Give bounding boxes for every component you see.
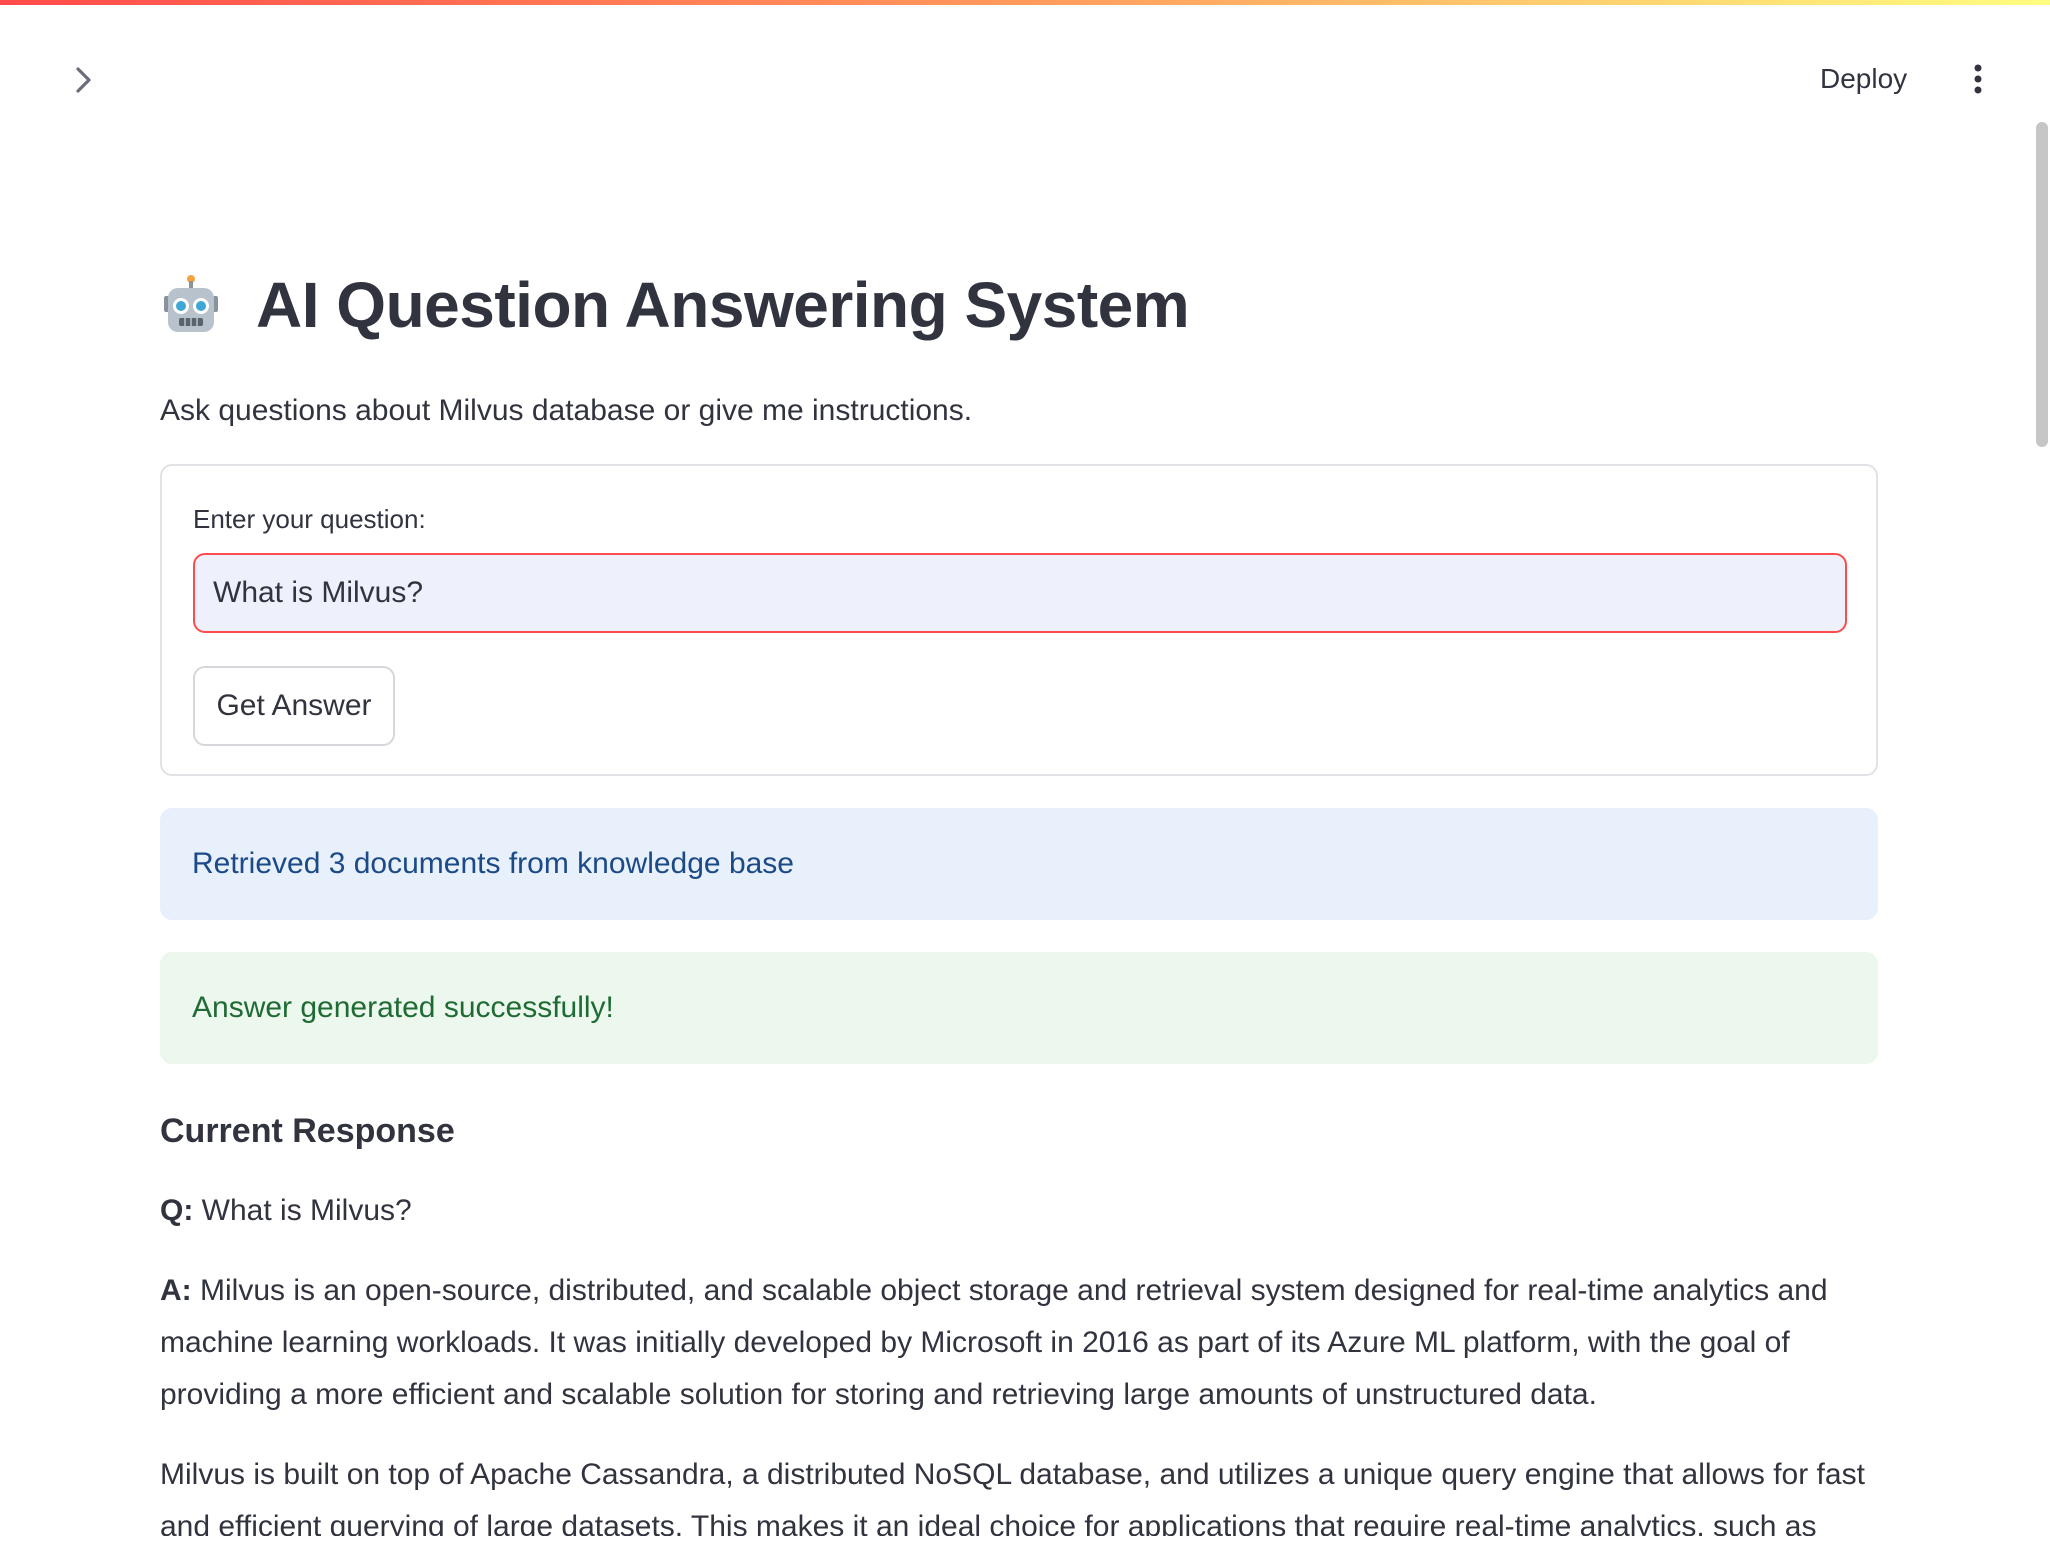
- question-line: Q: What is Milvus?: [160, 1185, 1878, 1237]
- question-form: Enter your question: Get Answer: [160, 464, 1878, 776]
- question-prefix: Q:: [160, 1194, 194, 1227]
- main-menu-button[interactable]: [1958, 57, 1998, 101]
- sidebar-toggle-button[interactable]: [64, 60, 104, 100]
- answer-paragraph-1: A: Milvus is an open-source, distributed…: [160, 1265, 1878, 1421]
- deploy-button[interactable]: Deploy: [1820, 57, 1907, 101]
- question-input-label: Enter your question:: [193, 504, 426, 534]
- robot-icon: [164, 275, 218, 332]
- answer-prefix: A:: [160, 1274, 192, 1307]
- success-alert: Answer generated successfully!: [160, 952, 1878, 1064]
- info-alert: Retrieved 3 documents from knowledge bas…: [160, 808, 1878, 920]
- page-title: AI Question Answering System: [256, 269, 1190, 341]
- title-row: AI Question Answering System: [160, 260, 1878, 350]
- page-subtitle: Ask questions about Milvus database or g…: [160, 394, 973, 427]
- chevron-right-icon: [76, 67, 91, 93]
- answer-text-1: Milvus is an open-source, distributed, a…: [160, 1274, 1828, 1411]
- question-input[interactable]: [193, 553, 1847, 633]
- viewport-bottom-edge: [0, 1536, 2030, 1544]
- scrollbar-thumb[interactable]: [2036, 122, 2048, 447]
- response-heading: Current Response: [160, 1112, 455, 1150]
- question-text: What is Milvus?: [201, 1194, 412, 1227]
- app-header: Deploy: [0, 5, 2050, 145]
- get-answer-button[interactable]: Get Answer: [193, 666, 395, 746]
- main-content: AI Question Answering System Ask questio…: [160, 260, 1878, 1553]
- vertical-dots-icon: [1974, 64, 1982, 94]
